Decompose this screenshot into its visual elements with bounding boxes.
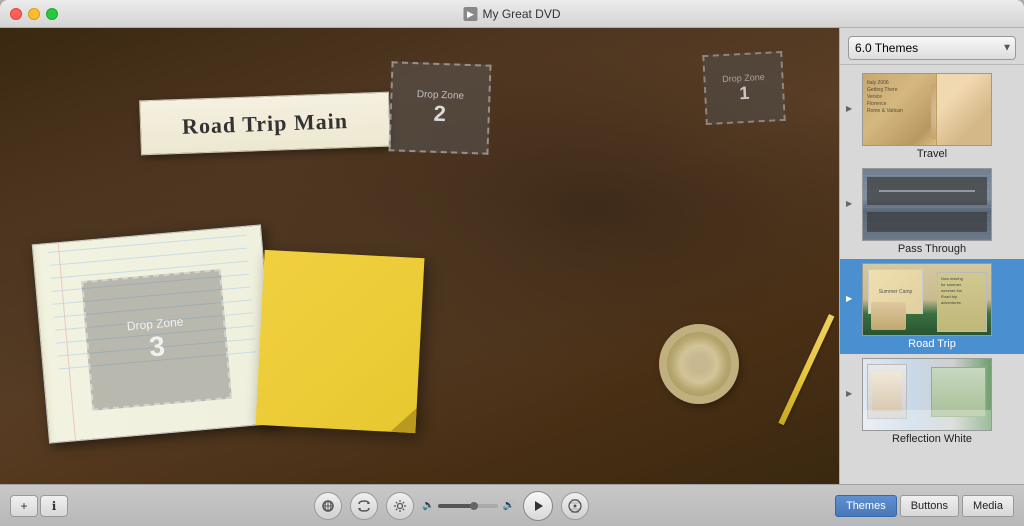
notebook: Drop Zone 3	[32, 224, 279, 443]
minimize-button[interactable]	[28, 8, 40, 20]
title-card: Road Trip Main	[139, 92, 391, 156]
theme-thumbnail-passthrough	[862, 168, 992, 241]
theme-play-icon-3: ▶	[846, 294, 858, 306]
settings-icon	[393, 499, 407, 513]
theme-play-icon-2: ▶	[846, 199, 858, 211]
title-bar: ▶ My Great DVD	[0, 0, 1024, 28]
theme-name-passthrough: Pass Through	[846, 243, 1018, 255]
drop-zone-2-label: Drop Zone	[417, 89, 465, 102]
play-button[interactable]	[523, 491, 553, 521]
travel-person-image	[936, 74, 991, 146]
sticky-crumple	[390, 407, 416, 433]
toolbar-center: 🔈 🔊	[72, 491, 831, 521]
theme-name-roadtrip: Road Trip	[846, 338, 1018, 350]
network-button[interactable]	[314, 492, 342, 520]
themes-list[interactable]: ▶ Italy 2006Getting ThereVeniceFlorenceR…	[840, 65, 1024, 484]
settings-button[interactable]	[386, 492, 414, 520]
theme-name-reflection: Reflection White	[846, 433, 1018, 445]
close-button[interactable]	[10, 8, 22, 20]
drop-zone-2[interactable]: Drop Zone 2	[388, 61, 491, 154]
themes-select-wrapper[interactable]: 6.0 Themes 5.0 Themes 4.0 Themes ▼	[848, 36, 1016, 60]
volume-min-icon: 🔈	[422, 500, 434, 511]
media-tab-button[interactable]: Media	[962, 495, 1014, 517]
drop-zone-3-number: 3	[148, 330, 166, 363]
maximize-button[interactable]	[46, 8, 58, 20]
theme-thumbnail-reflection	[862, 358, 992, 431]
window-title: ▶ My Great DVD	[463, 7, 560, 21]
network-icon	[321, 499, 335, 513]
pencil	[778, 314, 834, 425]
volume-max-icon: 🔊	[502, 500, 514, 511]
play-icon	[532, 500, 544, 512]
travel-text: Italy 2006Getting ThereVeniceFlorenceRom…	[867, 80, 903, 115]
drop-zone-1-label: Drop Zone	[722, 71, 765, 83]
theme-play-icon: ▶	[846, 104, 858, 116]
drop-zone-2-number: 2	[433, 100, 446, 126]
dvd-menu-button[interactable]	[561, 492, 589, 520]
preview-canvas: Road Trip Main Drop Zone 2 Drop Zone 1	[0, 28, 839, 484]
volume-thumb	[470, 502, 478, 510]
volume-control: 🔈 🔊	[422, 500, 515, 511]
theme-item-passthrough[interactable]: ▶ Pass Through	[840, 164, 1024, 259]
sidebar: 6.0 Themes 5.0 Themes 4.0 Themes ▼ ▶ Ita	[839, 28, 1024, 484]
traffic-lights	[10, 8, 58, 20]
buttons-tab-button[interactable]: Buttons	[900, 495, 959, 517]
title-card-text: Road Trip Main	[182, 108, 349, 140]
sticky-note	[256, 250, 425, 433]
drop-zone-1-number: 1	[739, 82, 750, 103]
sidebar-header: 6.0 Themes 5.0 Themes 4.0 Themes ▼	[840, 28, 1024, 65]
volume-slider[interactable]	[438, 504, 498, 508]
scene: Road Trip Main Drop Zone 2 Drop Zone 1	[0, 28, 839, 484]
info-button[interactable]: ℹ	[40, 495, 68, 517]
tape-roll	[659, 324, 739, 404]
dvd-icon: ▶	[463, 7, 477, 21]
app-window: ▶ My Great DVD Road Trip Main Drop Zone …	[0, 0, 1024, 526]
theme-name-travel: Travel	[846, 148, 1018, 160]
theme-thumbnail-roadtrip: Summer Camp Now leavingfor summersummer …	[862, 263, 992, 336]
toolbar: + ℹ	[0, 484, 1024, 526]
theme-item-reflection[interactable]: ▶ Reflection White	[840, 354, 1024, 449]
theme-item-travel[interactable]: ▶ Italy 2006Getting ThereVeniceFlorenceR…	[840, 69, 1024, 164]
theme-thumbnail-travel: Italy 2006Getting ThereVeniceFlorenceRom…	[862, 73, 992, 146]
drop-zone-1[interactable]: Drop Zone 1	[702, 51, 786, 125]
loop-icon	[357, 499, 371, 513]
toolbar-right: Themes Buttons Media	[835, 495, 1014, 517]
toolbar-left: + ℹ	[10, 495, 68, 517]
loop-button[interactable]	[350, 492, 378, 520]
themes-tab-button[interactable]: Themes	[835, 495, 897, 517]
themes-select[interactable]: 6.0 Themes 5.0 Themes 4.0 Themes	[848, 36, 1016, 60]
preview-area: Road Trip Main Drop Zone 2 Drop Zone 1	[0, 28, 839, 484]
add-button[interactable]: +	[10, 495, 38, 517]
theme-item-roadtrip[interactable]: ▶ Summer Camp Now leavingfor summersumme…	[840, 259, 1024, 354]
theme-play-icon-4: ▶	[846, 389, 858, 401]
main-content: Road Trip Main Drop Zone 2 Drop Zone 1	[0, 28, 1024, 484]
dvd-menu-icon	[567, 498, 583, 514]
drop-zone-3[interactable]: Drop Zone 3	[81, 269, 232, 411]
